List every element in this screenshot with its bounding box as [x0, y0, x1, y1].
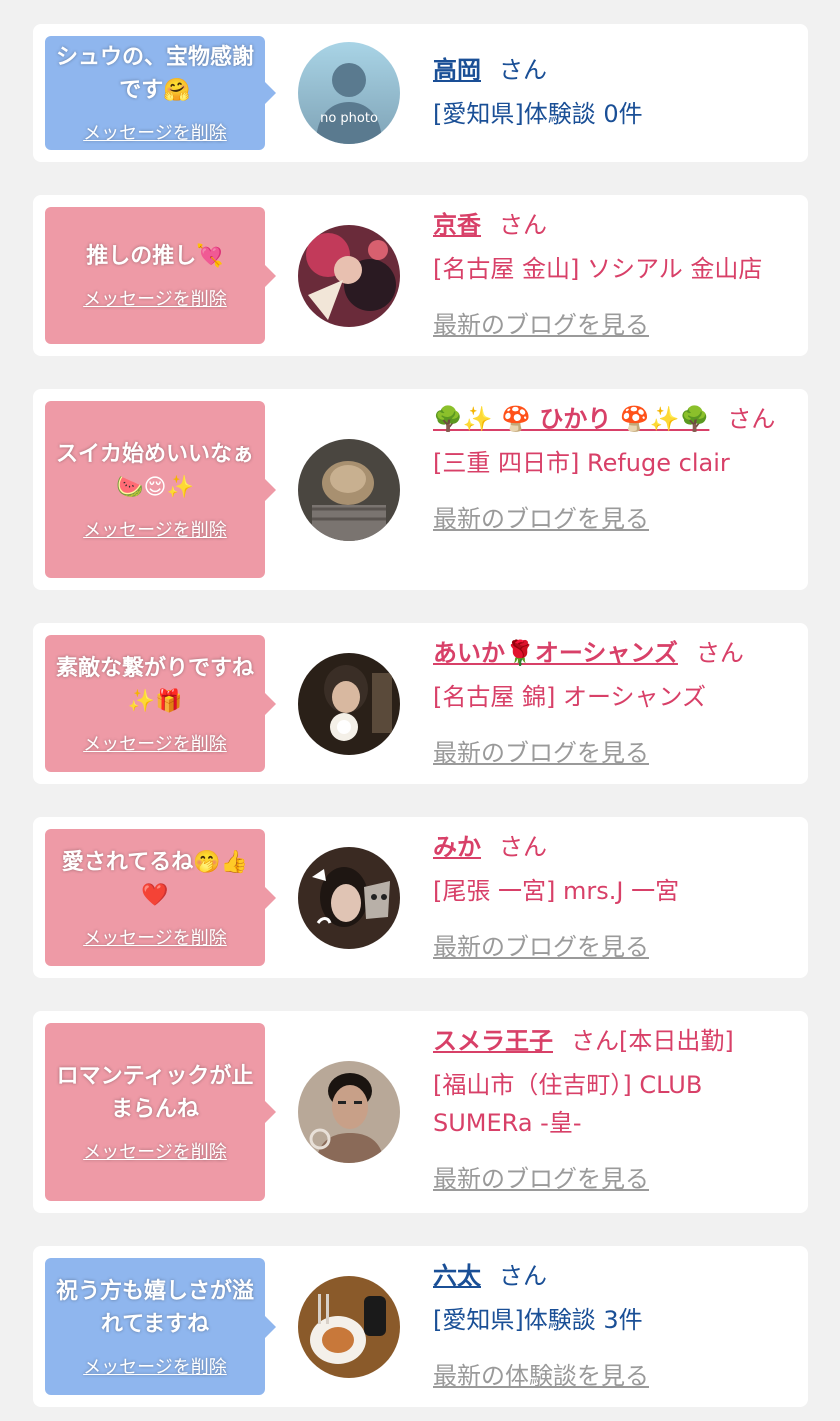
- name-line: 六太 さん: [433, 1254, 793, 1298]
- message-text: ロマンティックが止まらんね: [56, 1064, 254, 1122]
- message-emoji: 🍉😌✨: [116, 474, 194, 500]
- name-line: 🌳✨ 🍄 ひかり 🍄✨🌳 さん: [433, 397, 793, 441]
- latest-blog-link[interactable]: 最新のブログを見る: [433, 925, 649, 969]
- user-name-link[interactable]: あいか🌹オーシャンズ: [433, 639, 678, 667]
- user-info: あいか🌹オーシャンズ さん [名古屋 錦] オーシャンズ 最新のブログを見る: [433, 631, 793, 775]
- avatar-photo: [298, 439, 400, 541]
- honorific: さん: [499, 211, 547, 239]
- message-bubble: 推しの推し💘 メッセージを削除: [45, 207, 276, 344]
- message-bubble: 素敵な繋がりですね ✨🎁 メッセージを削除: [45, 635, 276, 772]
- honorific: さん: [499, 1262, 547, 1290]
- latest-blog-link[interactable]: 最新のブログを見る: [433, 731, 649, 775]
- latest-blog-link[interactable]: 最新のブログを見る: [433, 497, 649, 541]
- user-detail: [三重 四日市] Refuge clair: [433, 449, 730, 477]
- message-card: 祝う方も嬉しさが溢れてますね メッセージを削除 六太 さん [愛知県]体験談 3件…: [33, 1246, 808, 1407]
- message-emoji: ✨🎁: [127, 688, 183, 714]
- message-card: 推しの推し💘 メッセージを削除 京香 さん [名古屋 金山] ソシアル 金山店 最…: [33, 195, 808, 356]
- message-text: 祝う方も嬉しさが溢れてますね: [55, 1278, 254, 1337]
- name-line: 京香 さん: [433, 203, 793, 247]
- honorific: さん: [727, 405, 776, 433]
- honorific: さん: [499, 56, 547, 84]
- user-name-link[interactable]: スメラ王子: [433, 1027, 553, 1055]
- message-card: 愛されてるね🤭👍❤️ メッセージを削除 みか さん [尾張 一宮] mrs.J 一…: [33, 817, 808, 978]
- delete-message-link[interactable]: メッセージを削除: [83, 119, 227, 145]
- avatar-photo: [298, 225, 400, 327]
- avatar-photo: [298, 1276, 400, 1378]
- message-bubble: ロマンティックが止まらんね メッセージを削除: [45, 1023, 276, 1201]
- message-card: ロマンティックが止まらんね メッセージを削除 スメラ王子 さん[本日出勤] [福山…: [33, 1011, 808, 1213]
- avatar[interactable]: [298, 847, 400, 949]
- user-info: 高岡 さん [愛知県]体験談 0件: [433, 48, 793, 136]
- delete-message-link[interactable]: メッセージを削除: [83, 285, 227, 311]
- user-name-link[interactable]: 六太: [433, 1262, 481, 1290]
- user-info: 六太 さん [愛知県]体験談 3件 最新の体験談を見る: [433, 1254, 793, 1398]
- delete-message-link[interactable]: メッセージを削除: [83, 730, 227, 756]
- user-detail: [愛知県]体験談 3件: [433, 1306, 643, 1334]
- message-text: 愛されてるね: [61, 849, 194, 875]
- message-text: シュウの、宝物感謝です: [55, 45, 254, 103]
- user-info: みか さん [尾張 一宮] mrs.J 一宮 最新のブログを見る: [433, 825, 793, 969]
- message-text: 推しの推し: [86, 244, 197, 269]
- message-bubble: 祝う方も嬉しさが溢れてますね メッセージを削除: [45, 1258, 276, 1395]
- avatar-photo: [298, 847, 400, 949]
- user-name-link[interactable]: 🌳✨ 🍄 ひかり 🍄✨🌳: [433, 405, 709, 433]
- name-line: みか さん: [433, 825, 793, 869]
- user-info: 🌳✨ 🍄 ひかり 🍄✨🌳 さん [三重 四日市] Refuge clair 最新の…: [433, 397, 793, 541]
- user-name-link[interactable]: 京香: [433, 211, 481, 239]
- avatar-photo: [298, 1061, 400, 1163]
- user-info: 京香 さん [名古屋 金山] ソシアル 金山店 最新のブログを見る: [433, 203, 793, 347]
- delete-message-link[interactable]: メッセージを削除: [83, 1353, 227, 1379]
- delete-message-link[interactable]: メッセージを削除: [83, 1138, 227, 1164]
- user-detail: [愛知県]体験談 0件: [433, 100, 643, 128]
- user-name-link[interactable]: みか: [433, 833, 481, 861]
- message-text: スイカ始めいいなぁ: [55, 441, 254, 467]
- user-detail: [福山市（住吉町）] CLUB SUMERa -皇-: [433, 1071, 703, 1137]
- message-card: 素敵な繋がりですね ✨🎁 メッセージを削除 あいか🌹オーシャンズ さん [名古屋 錦…: [33, 623, 808, 784]
- message-card: スイカ始めいいなぁ 🍉😌✨ メッセージを削除 🌳✨ 🍄 ひかり 🍄✨🌳 さん [三重…: [33, 389, 808, 590]
- user-info: スメラ王子 さん[本日出勤] [福山市（住吉町）] CLUB SUMERa -皇-…: [433, 1019, 793, 1201]
- message-bubble: スイカ始めいいなぁ 🍉😌✨ メッセージを削除: [45, 401, 276, 578]
- no-photo-label: no photo: [320, 111, 378, 126]
- avatar-photo: [298, 653, 400, 755]
- latest-blog-link[interactable]: 最新のブログを見る: [433, 1157, 649, 1201]
- message-emoji: 🤗: [163, 78, 191, 103]
- delete-message-link[interactable]: メッセージを削除: [83, 924, 227, 950]
- name-line: スメラ王子 さん[本日出勤]: [433, 1019, 793, 1063]
- latest-review-link[interactable]: 最新の体験談を見る: [433, 1354, 649, 1398]
- message-text: 素敵な繋がりですね: [55, 655, 254, 681]
- avatar[interactable]: [298, 439, 400, 541]
- name-line: あいか🌹オーシャンズ さん: [433, 631, 793, 675]
- user-detail: [尾張 一宮] mrs.J 一宮: [433, 877, 680, 905]
- message-bubble: 愛されてるね🤭👍❤️ メッセージを削除: [45, 829, 276, 966]
- user-detail: [名古屋 金山] ソシアル 金山店: [433, 255, 763, 283]
- delete-message-link[interactable]: メッセージを削除: [83, 516, 227, 542]
- avatar[interactable]: [298, 1276, 400, 1378]
- honorific: さん: [499, 833, 547, 861]
- honorific: さん[本日出勤]: [571, 1027, 734, 1055]
- honorific: さん: [695, 639, 744, 667]
- user-detail: [名古屋 錦] オーシャンズ: [433, 683, 707, 711]
- avatar[interactable]: [298, 653, 400, 755]
- message-bubble: シュウの、宝物感謝です🤗 メッセージを削除: [45, 36, 276, 150]
- avatar[interactable]: no photo: [298, 42, 400, 144]
- message-emoji: 💘: [196, 244, 224, 269]
- avatar[interactable]: [298, 1061, 400, 1163]
- no-photo-avatar-icon: no photo: [298, 42, 400, 144]
- name-line: 高岡 さん: [433, 48, 793, 92]
- latest-blog-link[interactable]: 最新のブログを見る: [433, 303, 649, 347]
- avatar[interactable]: [298, 225, 400, 327]
- message-card: シュウの、宝物感謝です🤗 メッセージを削除 no photo 高岡 さん [愛知県…: [33, 24, 808, 162]
- user-name-link[interactable]: 高岡: [433, 56, 481, 84]
- message-list: シュウの、宝物感謝です🤗 メッセージを削除 no photo 高岡 さん [愛知県…: [0, 0, 840, 1421]
